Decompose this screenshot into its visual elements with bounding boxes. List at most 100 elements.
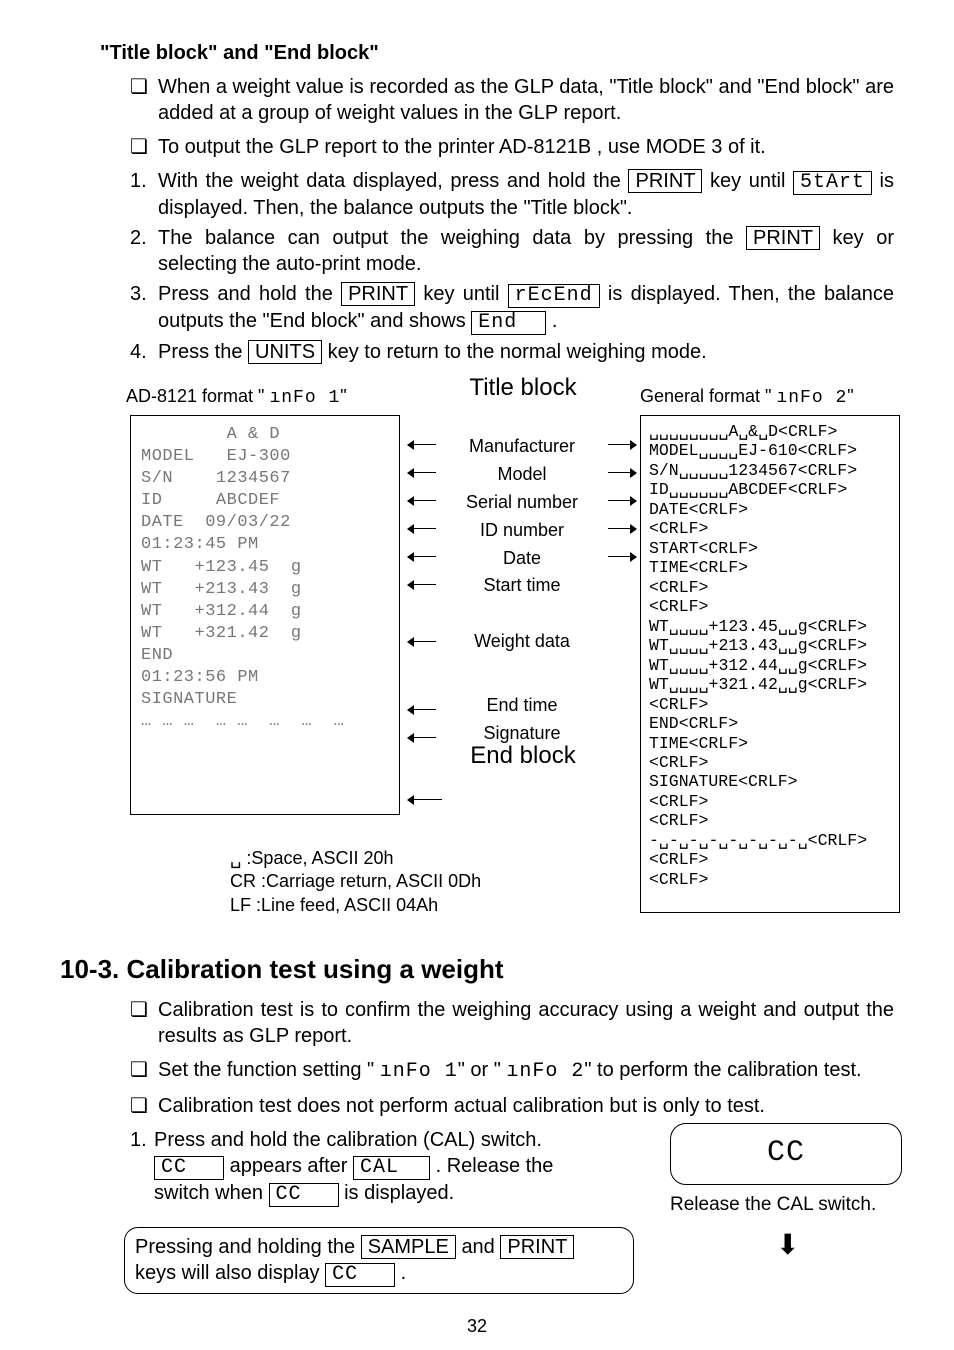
mid-item: Model bbox=[442, 461, 602, 489]
arrow-right-icon bbox=[608, 472, 636, 473]
left-line: A & D bbox=[141, 424, 389, 446]
general-label-seg: ınFo 2 bbox=[776, 388, 847, 408]
arrow-left-icon bbox=[408, 709, 436, 710]
right-line: ␣␣␣␣␣␣␣␣A␣&␣D<CRLF> bbox=[649, 422, 891, 441]
arrow-right-icon bbox=[608, 500, 636, 501]
ad8121-label-a: AD-8121 format " bbox=[126, 386, 269, 406]
right-line: ID␣␣␣␣␣␣ABCDEF<CRLF> bbox=[649, 480, 891, 499]
arrow-right-icon bbox=[608, 556, 636, 557]
section-10-3-heading: 10-3. Calibration test using a weight bbox=[60, 953, 894, 987]
cal-step1-line2-mid: appears after bbox=[230, 1155, 353, 1177]
step-3: 3. Press and hold the PRINT key until rE… bbox=[130, 281, 894, 335]
print-key: PRINT bbox=[500, 1235, 574, 1259]
ad8121-label-b: " bbox=[340, 386, 346, 406]
units-key: UNITS bbox=[248, 340, 322, 364]
cal-step1-line1: Press and hold the calibration (CAL) swi… bbox=[154, 1129, 542, 1151]
step-4-text-b: key to return to the normal weighing mod… bbox=[328, 341, 707, 363]
left-line: DATE 09/03/22 bbox=[141, 512, 389, 534]
left-line: WT +213.43 g bbox=[141, 579, 389, 601]
mid-item: Start time bbox=[442, 572, 602, 600]
title-block-label: Title block bbox=[446, 375, 600, 400]
ascii-footnote: ␣ :Space, ASCII 20h CR :Carriage return,… bbox=[230, 847, 481, 917]
right-line: <CRLF> bbox=[649, 519, 891, 538]
right-line: <CRLF> bbox=[649, 753, 891, 772]
hint-line2-pre: keys will also display bbox=[135, 1262, 325, 1284]
mid-item: Weight data bbox=[442, 628, 602, 656]
display-cc: CC bbox=[154, 1156, 224, 1180]
cal-bullet-2-post: " to perform the calibration test. bbox=[584, 1059, 861, 1081]
arrow-left-icon bbox=[408, 444, 436, 445]
right-line: SIGNATURE<CRLF> bbox=[649, 772, 891, 791]
right-line: <CRLF> bbox=[649, 811, 891, 830]
mid-item: End time bbox=[442, 692, 602, 720]
hint-text-mid: and bbox=[461, 1236, 500, 1258]
arrow-right-icon bbox=[608, 444, 636, 445]
right-line: WT␣␣␣␣+321.42␣␣g<CRLF> bbox=[649, 675, 891, 694]
display-info1: ınFo 1 bbox=[380, 1060, 458, 1083]
left-line: … … … … … … … … bbox=[141, 711, 389, 733]
bullet-2: To output the GLP report to the printer … bbox=[130, 134, 894, 160]
arrow-left-icon bbox=[408, 556, 436, 557]
panel-value: CC bbox=[767, 1134, 805, 1173]
right-line: <CRLF> bbox=[649, 695, 891, 714]
display-cal: CAL bbox=[353, 1156, 430, 1180]
arrow-left-icon bbox=[408, 472, 436, 473]
display-end: End bbox=[471, 311, 546, 335]
step-2: 2. The balance can output the weighing d… bbox=[130, 225, 894, 277]
down-arrow-icon: ⬇ bbox=[776, 1227, 799, 1263]
cal-bullet-2-pre: Set the function setting " bbox=[158, 1059, 380, 1081]
arrow-left-icon bbox=[408, 500, 436, 501]
general-format-box: ␣␣␣␣␣␣␣␣A␣&␣D<CRLF> MODEL␣␣␣␣EJ-610<CRLF… bbox=[640, 415, 900, 913]
step-3-text-d: . bbox=[552, 310, 558, 332]
footnote-lf: LF :Line feed, ASCII 04Ah bbox=[230, 894, 481, 917]
right-line: -␣-␣-␣-␣-␣-␣-␣-␣<CRLF> bbox=[649, 831, 891, 850]
right-line: DATE<CRLF> bbox=[649, 500, 891, 519]
footnote-space: ␣ :Space, ASCII 20h bbox=[230, 847, 481, 870]
arrow-left-icon bbox=[408, 737, 436, 738]
cal-step-1: 1. Press and hold the calibration (CAL) … bbox=[130, 1127, 894, 1295]
display-start: 5tArt bbox=[793, 171, 872, 195]
step-4-text-a: Press the bbox=[158, 341, 248, 363]
arrow-right-icon bbox=[608, 528, 636, 529]
bullet-1: When a weight value is recorded as the G… bbox=[130, 74, 894, 126]
left-line: WT +321.42 g bbox=[141, 623, 389, 645]
arrow-left-icon bbox=[408, 799, 442, 800]
hint-line2-tail: . bbox=[401, 1262, 407, 1284]
print-key: PRINT bbox=[746, 226, 820, 250]
step-3-text-b: key until bbox=[423, 283, 507, 305]
step-1-text-b: key until bbox=[710, 170, 793, 192]
title-block-heading: "Title block" and "End block" bbox=[100, 40, 894, 66]
left-line: SIGNATURE bbox=[141, 689, 389, 711]
cal-step1-line3-pre: switch when bbox=[154, 1182, 269, 1204]
page-number: 32 bbox=[0, 1315, 954, 1338]
right-line: MODEL␣␣␣␣EJ-610<CRLF> bbox=[649, 441, 891, 460]
mid-item: Date bbox=[442, 545, 602, 573]
footnote-cr: CR :Carriage return, ASCII 0Dh bbox=[230, 870, 481, 893]
left-line: 01:23:56 PM bbox=[141, 667, 389, 689]
panel-caption: Release the CAL switch. bbox=[670, 1193, 906, 1218]
mid-column: Manufacturer Model Serial number ID numb… bbox=[442, 433, 602, 748]
right-line: <CRLF> bbox=[649, 597, 891, 616]
print-key: PRINT bbox=[341, 282, 415, 306]
right-line: TIME<CRLF> bbox=[649, 734, 891, 753]
hint-text-a: Pressing and holding the bbox=[135, 1236, 361, 1258]
left-line: MODEL EJ-300 bbox=[141, 446, 389, 468]
step-1: 1. With the weight data displayed, press… bbox=[130, 168, 894, 221]
cal-bullet-2-mid: " or " bbox=[458, 1059, 507, 1081]
cal-bullet-1: Calibration test is to confirm the weigh… bbox=[130, 997, 894, 1049]
step-3-text-a: Press and hold the bbox=[158, 283, 341, 305]
general-label-b: " bbox=[847, 386, 853, 406]
left-line: END bbox=[141, 645, 389, 667]
step-4: 4. Press the UNITS key to return to the … bbox=[130, 339, 894, 365]
cal-step1-line3-tail: is displayed. bbox=[344, 1182, 454, 1204]
right-line: <CRLF> bbox=[649, 792, 891, 811]
display-cc: CC bbox=[325, 1263, 395, 1287]
right-line: END<CRLF> bbox=[649, 714, 891, 733]
display-recend: rEcEnd bbox=[508, 284, 600, 308]
mid-item: ID number bbox=[442, 517, 602, 545]
arrow-left-icon bbox=[408, 641, 436, 642]
cal-bullet-2: Set the function setting " ınFo 1" or " … bbox=[130, 1057, 894, 1085]
print-key: PRINT bbox=[628, 169, 702, 193]
display-info2: ınFo 2 bbox=[506, 1060, 584, 1083]
display-cc: CC bbox=[269, 1183, 339, 1207]
